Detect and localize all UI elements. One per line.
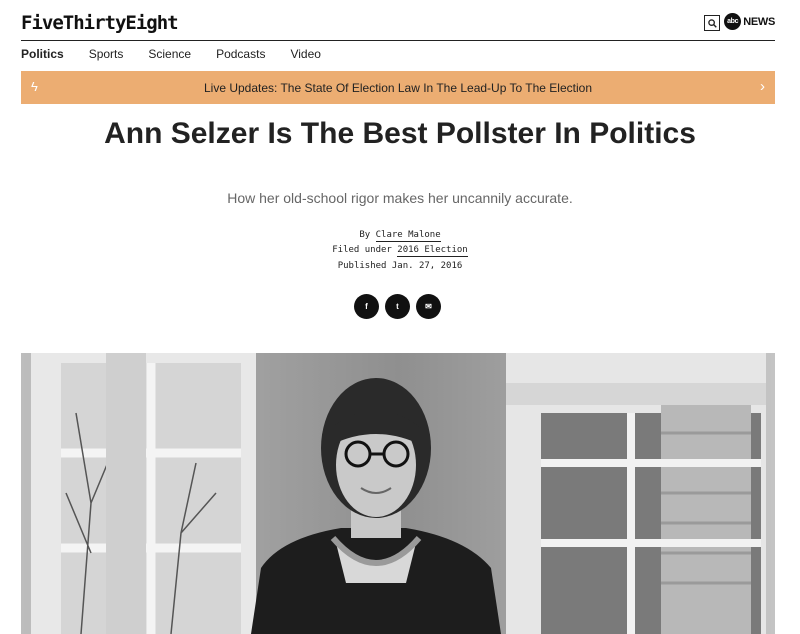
abc-news-logo[interactable]: abc NEWS bbox=[724, 13, 775, 30]
nav-item-podcasts[interactable]: Podcasts bbox=[216, 47, 265, 61]
banner-text: Live Updates: The State Of Election Law … bbox=[203, 80, 592, 95]
article-title: Ann Selzer Is The Best Pollster In Polit… bbox=[104, 117, 696, 150]
nav-item-video[interactable]: Video bbox=[290, 47, 320, 61]
search-icon bbox=[707, 18, 717, 28]
nav-item-science[interactable]: Science bbox=[148, 47, 191, 61]
abc-logo-circle: abc bbox=[724, 13, 742, 30]
facebook-icon: f bbox=[365, 302, 368, 311]
topic-link[interactable]: 2016 Election bbox=[397, 245, 468, 257]
site-header: FiveThirtyEight abc NEWS bbox=[21, 8, 775, 41]
live-updates-banner[interactable]: ϟ Live Updates: The State Of Election La… bbox=[21, 71, 775, 104]
byline-prefix: By bbox=[359, 230, 371, 240]
filed-under: Filed under 2016 Election bbox=[0, 245, 800, 257]
lightning-icon: ϟ bbox=[31, 79, 38, 94]
search-button[interactable] bbox=[704, 15, 720, 31]
section-nav: Politics Sports Science Podcasts Video bbox=[21, 47, 346, 61]
published-date: Published Jan. 27, 2016 bbox=[337, 261, 463, 271]
facebook-share-button[interactable]: f bbox=[354, 294, 379, 319]
hero-photo bbox=[21, 353, 775, 634]
twitter-icon: t bbox=[396, 302, 399, 311]
chevron-right-icon: › bbox=[760, 78, 765, 95]
author-link[interactable]: Clare Malone bbox=[375, 230, 441, 242]
filed-prefix: Filed under bbox=[332, 245, 392, 255]
twitter-share-button[interactable]: t bbox=[385, 294, 410, 319]
share-buttons: f t ✉ bbox=[354, 294, 441, 319]
article-subtitle: How her old-school rigor makes her uncan… bbox=[227, 190, 573, 206]
email-icon: ✉ bbox=[425, 302, 432, 311]
byline: By Clare Malone bbox=[0, 230, 800, 242]
email-share-button[interactable]: ✉ bbox=[416, 294, 441, 319]
nav-item-sports[interactable]: Sports bbox=[89, 47, 124, 61]
news-logo-text: NEWS bbox=[743, 15, 775, 28]
site-logo[interactable]: FiveThirtyEight bbox=[21, 12, 179, 34]
nav-item-politics[interactable]: Politics bbox=[21, 47, 64, 61]
